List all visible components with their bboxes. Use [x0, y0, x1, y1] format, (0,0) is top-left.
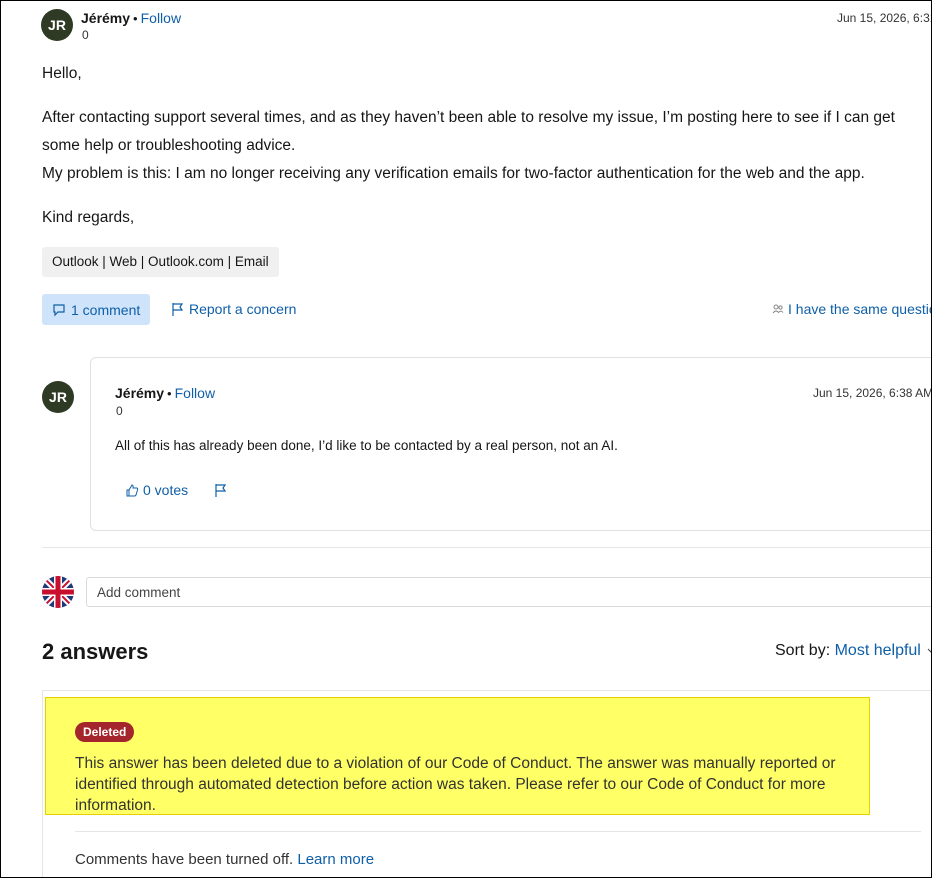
comment-author-reputation: 0	[116, 404, 123, 418]
question-timestamp: Jun 15, 2026, 6:31	[837, 11, 932, 25]
comment-timestamp: Jun 15, 2026, 6:38 AM	[813, 386, 932, 400]
answer-card-left-border	[42, 690, 43, 877]
uk-flag-icon	[42, 576, 74, 608]
comment-author-separator: •	[167, 386, 172, 401]
answers-count-title: 2 answers	[42, 639, 149, 664]
deleted-badge: Deleted	[75, 722, 135, 742]
question-author-reputation: 0	[82, 28, 89, 42]
question-tag[interactable]: Outlook | Web | Outlook.com | Email	[42, 247, 279, 277]
question-author-avatar[interactable]: JR	[41, 9, 73, 41]
deleted-message-line-2: identified through automated detection b…	[75, 774, 865, 795]
question-follow-link[interactable]: Follow	[141, 10, 181, 26]
comment-author-avatar[interactable]: JR	[42, 381, 74, 413]
add-comment-placeholder: Add comment	[97, 584, 181, 600]
comment-count-button[interactable]: 1 comment	[42, 294, 151, 325]
report-concern-label: Report a concern	[189, 301, 297, 317]
code-of-conduct-link[interactable]: Code of Conduct	[647, 776, 763, 793]
chevron-down-icon	[927, 648, 931, 653]
deleted-badge-wrap: Deleted	[75, 722, 135, 742]
comment-follow-link[interactable]: Follow	[175, 385, 215, 401]
deleted-message-line-2-post: for more	[763, 776, 826, 793]
deleted-message-line-3: information.	[75, 797, 156, 814]
deleted-message-line-1: This answer has been deleted due to a vi…	[75, 755, 836, 772]
deleted-answer-message: This answer has been deleted due to a vi…	[75, 753, 865, 816]
add-comment-input[interactable]: Add comment	[86, 577, 931, 607]
author-separator: •	[133, 11, 138, 26]
comment-count-label: 1 comment	[71, 301, 141, 318]
comment-vote-button[interactable]: 0 votes	[126, 482, 188, 498]
comment-text: All of this has already been done, I’d l…	[115, 438, 618, 453]
comment-icon	[53, 303, 65, 316]
question-author-line: Jérémy • Follow	[81, 10, 181, 28]
people-icon	[772, 304, 784, 314]
comment-votes-label: 0 votes	[143, 482, 189, 498]
answer-comments-divider	[75, 831, 921, 832]
sort-value[interactable]: Most helpful	[835, 642, 921, 659]
learn-more-link[interactable]: Learn more	[297, 851, 374, 868]
question-paragraph-1: After contacting support several times, …	[42, 109, 895, 154]
deleted-message-line-2-pre: identified through automated detection b…	[75, 776, 648, 793]
thumbs-up-icon	[126, 483, 139, 496]
question-greeting: Hello,	[42, 65, 82, 82]
report-concern-button[interactable]: Report a concern	[171, 301, 296, 317]
sort-label: Sort by:	[775, 642, 831, 659]
flag-icon	[215, 484, 227, 497]
current-user-avatar[interactable]	[42, 576, 74, 608]
question-paragraph-2: My problem is this: I am no longer recei…	[42, 165, 865, 182]
answer-card-top-border	[42, 690, 931, 691]
section-divider	[42, 547, 931, 548]
comment-author-name[interactable]: Jérémy	[115, 385, 164, 401]
comment-author-line: Jérémy • Follow	[115, 385, 215, 403]
question-closing: Kind regards,	[42, 209, 135, 226]
comments-off-notice: Comments have been turned off. Learn mor…	[75, 851, 374, 868]
page-frame: JR Jérémy • Follow 0 Jun 15, 2026, 6:31 He…	[0, 0, 932, 878]
comment-report-button[interactable]	[214, 483, 227, 498]
same-question-label: I have the same questio	[788, 301, 932, 317]
sort-control[interactable]: Sort by: Most helpful	[775, 642, 931, 660]
flag-icon	[172, 302, 184, 316]
comments-off-text: Comments have been turned off.	[75, 851, 298, 868]
question-author-name[interactable]: Jérémy	[81, 10, 130, 26]
same-question-button[interactable]: I have the same questio	[772, 301, 932, 317]
